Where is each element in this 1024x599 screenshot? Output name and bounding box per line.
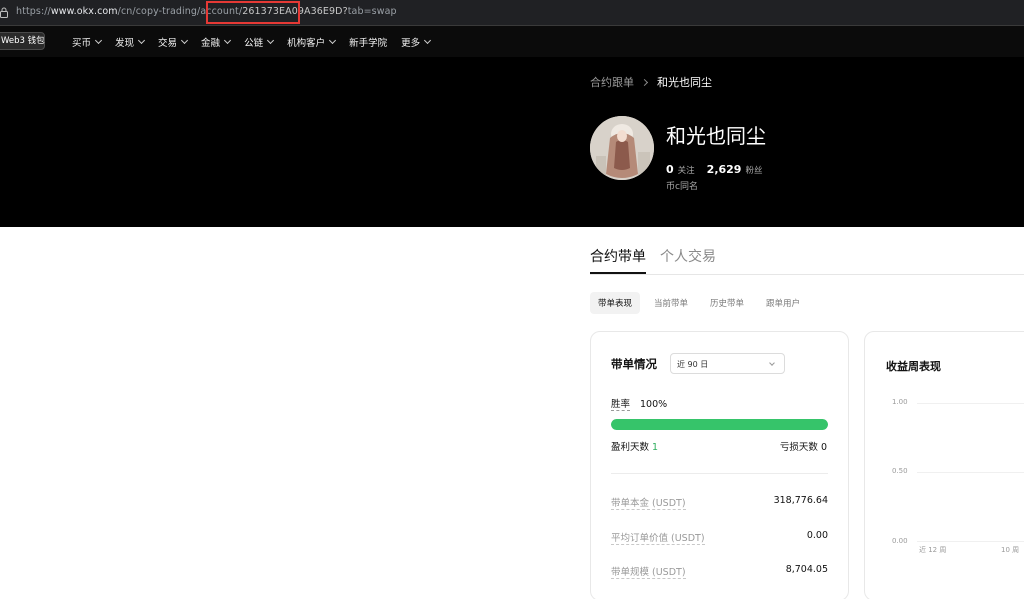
chevron-down-icon (94, 36, 103, 45)
browser-address-bar[interactable]: https://www.okx.com/cn/copy-trading/acco… (0, 0, 1024, 26)
nav-item-label: 机构客户 (287, 38, 326, 49)
follow-stats: 0 关注 2,629 粉丝 (666, 158, 774, 177)
tab-divider (590, 274, 1024, 275)
stat-row: 平均订单价值 (USDT) 0.00 (611, 530, 828, 545)
chevron-down-icon (224, 36, 232, 45)
divider (611, 473, 828, 474)
nav-item-label: 发现 (115, 38, 135, 49)
main-tab[interactable]: 个人交易 (660, 246, 716, 274)
top-nav: Web3 钱包 买币 发现 交易 金融 公链 机构客户 新手学院 更多 (0, 26, 1024, 57)
win-rate-value: 100% (640, 399, 668, 410)
loss-days-label: 亏损天数 (779, 442, 818, 453)
highlight-box (206, 1, 300, 24)
grid-line (917, 541, 1024, 542)
nav-item-label: 公链 (244, 38, 264, 49)
following-label: 关注 (677, 166, 695, 176)
nav-item-label: 更多 (401, 38, 421, 49)
nav-menu: 买币 发现 交易 金融 公链 机构客户 新手学院 更多 (72, 35, 444, 49)
nav-item[interactable]: 金融 (201, 35, 232, 49)
url-suffix: tab=swap (347, 6, 397, 17)
main-tabs: 合约带单 个人交易 (590, 246, 730, 274)
range-select[interactable]: 近 90 日 (670, 353, 785, 374)
followers-count[interactable]: 2,629 (707, 163, 742, 176)
nav-item-label: 交易 (158, 38, 178, 49)
breadcrumb-root[interactable]: 合约跟单 (590, 76, 634, 89)
stat-value: 8,704.05 (785, 564, 828, 575)
nav-item[interactable]: 交易 (158, 35, 189, 49)
stat-label: 平均订单价值 (USDT) (611, 533, 705, 545)
chevron-down-icon (424, 36, 432, 45)
weekly-performance-card: 收益周表现 1.00 0.50 0.00 近 12 周 10 周 (864, 331, 1024, 599)
nav-item[interactable]: 机构客户 (287, 35, 337, 49)
following-count[interactable]: 0 (666, 163, 674, 176)
lock-icon (0, 7, 8, 18)
loss-days-value: 0 (820, 442, 827, 453)
sub-tab[interactable]: 跟单用户 (758, 292, 808, 314)
followers-label: 粉丝 (745, 166, 763, 176)
x-tick-label: 近 12 周 (919, 546, 947, 554)
trader-bio: 币c同名 (666, 182, 698, 192)
breadcrumb: 合约跟单 和光也同尘 (590, 74, 712, 90)
win-rate-label: 胜率 (611, 399, 631, 411)
stat-value: 0.00 (806, 530, 828, 541)
win-rate-bar (611, 419, 828, 430)
nav-item-label: 新手学院 (349, 38, 388, 49)
chevron-down-icon (181, 36, 189, 45)
x-tick-label: 10 周 (1001, 546, 1020, 554)
sub-tab[interactable]: 带单表现 (590, 292, 641, 314)
win-rate-bar-fill (611, 419, 828, 430)
y-tick-label: 1.00 (892, 398, 908, 406)
breadcrumb-current: 和光也同尘 (657, 76, 712, 89)
avatar-image (590, 116, 654, 180)
profile-header: 合约跟单 和光也同尘 和光也同尘 0 关注 2,629 粉丝 币c同名 (0, 57, 1024, 227)
chevron-down-icon (769, 360, 775, 366)
chevron-down-icon (137, 36, 146, 45)
web3-wallet-button[interactable]: Web3 钱包 (0, 32, 45, 50)
loss-days: 亏损天数 0 (780, 439, 827, 453)
url-prefix: https:// (16, 6, 51, 17)
stat-row: 带单规模 (USDT) 8,704.05 (611, 564, 828, 579)
nav-item[interactable]: 买币 (72, 35, 103, 49)
range-select-value: 近 90 日 (677, 360, 709, 369)
trader-name: 和光也同尘 (666, 124, 766, 148)
profit-days: 盈利天数 1 (611, 439, 658, 453)
stat-value: 318,776.64 (773, 495, 828, 506)
sub-tab[interactable]: 当前带单 (646, 292, 696, 314)
grid-line (917, 472, 1024, 473)
stat-label: 带单本金 (USDT) (611, 498, 686, 510)
grid-line (917, 403, 1024, 404)
nav-item[interactable]: 更多 (401, 35, 432, 49)
nav-item[interactable]: 发现 (115, 35, 146, 49)
avatar (590, 116, 654, 180)
nav-item[interactable]: 公链 (244, 35, 275, 49)
nav-item-label: 买币 (72, 38, 92, 49)
y-tick-label: 0.50 (892, 467, 908, 475)
chevron-down-icon (267, 36, 275, 45)
stat-label: 带单规模 (USDT) (611, 567, 686, 579)
sub-tabs: 带单表现 当前带单 历史带单 跟单用户 (590, 292, 814, 314)
stat-row: 带单本金 (USDT) 318,776.64 (611, 495, 828, 510)
chevron-down-icon (329, 36, 337, 45)
main-tab[interactable]: 合约带单 (590, 246, 646, 274)
url-host: www.okx.com (50, 6, 118, 17)
profit-days-label: 盈利天数 (611, 442, 650, 453)
sub-tab[interactable]: 历史带单 (702, 292, 752, 314)
nav-item-label: 金融 (201, 38, 221, 49)
weekly-title: 收益周表现 (886, 360, 941, 373)
y-tick-label: 0.00 (892, 537, 908, 545)
profit-days-value: 1 (652, 442, 659, 453)
performance-summary-card: 带单情况 近 90 日 胜率 100% 盈利天数 1 亏损天数 0 带单本金 (US… (590, 331, 849, 599)
nav-item[interactable]: 新手学院 (349, 35, 387, 49)
win-rate: 胜率 100% (611, 396, 668, 411)
summary-title: 带单情况 (611, 357, 657, 371)
chevron-right-icon (640, 78, 649, 87)
